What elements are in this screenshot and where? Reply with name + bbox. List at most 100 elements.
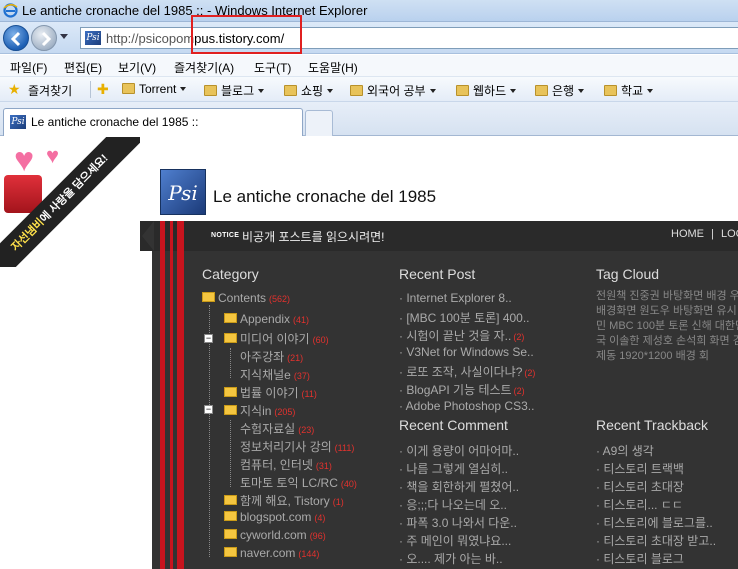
nav-separator: | [711, 228, 714, 240]
category-item[interactable]: 지식in (205) [224, 402, 295, 419]
recent-post-item[interactable]: · Internet Explorer 8.. [399, 291, 514, 305]
menu-edit[interactable]: 편집(E) [64, 59, 102, 76]
charity-ribbon[interactable]: ♥ ♥ 자선냄비에 사랑을 담으세요! [0, 137, 140, 267]
recent-comment-item[interactable]: · 파폭 3.0 나와서 다운.. [399, 514, 517, 531]
top-nav: HOME | LOCA [671, 228, 738, 240]
blog-title[interactable]: Le antiche cronache del 1985 [213, 187, 436, 207]
arrow-right-icon [41, 31, 52, 47]
trackback-item[interactable]: · 티스토리에 블로그를.. [596, 514, 713, 531]
comment-text: 이게 용량이 어마어마.. [406, 444, 520, 458]
chevron-down-icon [327, 89, 334, 93]
folder-icon [535, 85, 548, 96]
folder-icon [122, 83, 135, 94]
red-stripe [160, 221, 165, 569]
recent-comment-item[interactable]: · 나름 그렇게 열심히.. [399, 460, 508, 477]
menu-view[interactable]: 보기(V) [118, 59, 156, 76]
fav-folder-shopping[interactable]: 쇼핑 [284, 82, 334, 99]
heart-icon: ♥ [46, 143, 60, 168]
tag-cloud[interactable]: 전원책 진중권 바탕화면 배경 우 배경화면 원도우 바탕화면 유시민 MBC … [596, 289, 738, 364]
forward-button[interactable] [31, 25, 57, 51]
category-count: (205) [274, 407, 296, 417]
favorites-button[interactable]: 즐겨찾기 [28, 82, 72, 99]
category-item[interactable]: 아주강좌 (21) [240, 348, 303, 365]
trackback-text: 티스토리 초대장 [603, 480, 684, 494]
menu-favorites[interactable]: 즐겨찾기(A) [174, 59, 234, 76]
recent-post-item[interactable]: · BlogAPI 기능 테스트 (2) [399, 381, 525, 398]
trackback-text: 티스토리에 블로그를.. [603, 516, 713, 530]
category-item[interactable]: 함께 해요, Tistory (1) [224, 492, 344, 509]
recent-comment-item[interactable]: · 오.... 제가 아는 바.. [399, 550, 503, 567]
trackback-item[interactable]: · 티스토리... ㄷㄷ [596, 496, 683, 513]
history-dropdown-icon[interactable] [60, 34, 68, 39]
nav-location[interactable]: LOCA [721, 228, 738, 240]
category-item[interactable]: 법률 이야기 (11) [224, 384, 317, 401]
recent-post-item[interactable]: · [MBC 100분 토론] 400.. [399, 309, 532, 326]
notice-chevron [142, 221, 154, 251]
trackback-item[interactable]: · 티스토리 초대장 받고.. [596, 532, 716, 549]
recent-post-item[interactable]: · V3Net for Windows Se.. [399, 345, 536, 359]
collapse-icon[interactable]: − [204, 405, 213, 414]
notice-link[interactable]: 비공개 포스트를 읽으시려면! [242, 228, 384, 245]
category-label: Contents [218, 291, 267, 305]
fav-folder-label: 블로그 [221, 84, 255, 98]
recent-comment-item[interactable]: · 응;;;다 나오는데 오.. [399, 496, 507, 513]
fav-folder-school[interactable]: 학교 [604, 82, 654, 99]
separator [90, 81, 91, 98]
fav-folder-language[interactable]: 외국어 공부 [350, 82, 436, 99]
category-item[interactable]: 정보처리기사 강의 (111) [240, 438, 354, 455]
category-count: (23) [298, 425, 315, 435]
category-item[interactable]: 컴퓨터, 인터넷 (31) [240, 456, 332, 473]
tag-cloud-heading: Tag Cloud [596, 266, 660, 282]
menu-bar: 파일(F) 편집(E) 보기(V) 즐겨찾기(A) 도구(T) 도움말(H) [0, 55, 738, 77]
recent-post-item[interactable]: · Adobe Photoshop CS3.. [399, 399, 536, 413]
ie-logo-icon [3, 3, 18, 18]
category-item[interactable]: 수험자료실 (23) [240, 420, 314, 437]
fav-folder-torrent[interactable]: Torrent [122, 82, 187, 96]
category-item[interactable]: naver.com (144) [224, 546, 319, 560]
new-tab-button[interactable] [305, 110, 333, 136]
category-item[interactable]: cyworld.com (96) [224, 528, 326, 542]
trackback-item[interactable]: · 티스토리 블로그 [596, 550, 684, 567]
recent-post-item[interactable]: · 로또 조작, 사실이다냐? (2) [399, 363, 535, 380]
category-item[interactable]: Contents (562) [202, 291, 290, 305]
recent-comment-item[interactable]: · 책을 회한하게 펼쳤어.. [399, 478, 519, 495]
menu-help[interactable]: 도움말(H) [308, 59, 358, 76]
title-bar: Le antiche cronache del 1985 :: - Window… [0, 0, 738, 22]
back-button[interactable] [3, 25, 29, 51]
category-label: 법률 이야기 [240, 386, 299, 400]
category-count: (41) [293, 315, 310, 325]
category-item[interactable]: 토마토 토익 LC/RC (40) [240, 474, 357, 491]
trackback-item[interactable]: · 티스토리 트랙백 [596, 460, 684, 477]
fav-folder-blog[interactable]: 블로그 [204, 82, 265, 99]
category-item[interactable]: 미디어 이야기 (60) [224, 330, 329, 347]
category-item[interactable]: Appendix (41) [224, 312, 309, 326]
url-prefix: http://psicopom [106, 31, 195, 46]
recent-post-item[interactable]: · 시험이 끝난 것을 자.. (2) [399, 327, 524, 344]
trackback-item[interactable]: · 티스토리 초대장 [596, 478, 684, 495]
add-favorite-icon[interactable]: ✚ [97, 82, 109, 96]
recent-comment-item[interactable]: · 이게 용량이 어마어마.. [399, 442, 519, 459]
category-label: 아주강좌 [240, 350, 285, 364]
red-stripe [177, 221, 184, 569]
fav-folder-webhard[interactable]: 웹하드 [456, 82, 517, 99]
fav-folder-label: 웹하드 [473, 84, 507, 98]
nav-home[interactable]: HOME [671, 228, 704, 240]
recent-comment-item[interactable]: · 주 메인이 뭐였냐요... [399, 532, 511, 549]
category-count: (11) [301, 389, 317, 399]
category-item[interactable]: blogspot.com (4) [224, 510, 325, 524]
blog-logo[interactable]: Psi [160, 169, 206, 215]
notice-tag: NOTICE [211, 232, 240, 239]
address-bar[interactable]: Psi http://psicopompus.tistory.com/ [80, 27, 738, 49]
category-count: (37) [293, 371, 310, 381]
category-label: 토마토 토익 LC/RC [240, 476, 338, 490]
folder-icon [456, 85, 469, 96]
category-item[interactable]: 지식채널e (37) [240, 366, 310, 383]
trackback-item[interactable]: · A9의 생각 [596, 442, 654, 459]
folder-icon [224, 547, 237, 557]
fav-folder-bank[interactable]: 은행 [535, 82, 585, 99]
menu-tools[interactable]: 도구(T) [254, 59, 291, 76]
tab-active[interactable]: Psi Le antiche cronache del 1985 :: [3, 108, 303, 136]
comment-text: 응;;;다 나오는데 오.. [406, 498, 507, 512]
collapse-icon[interactable]: − [204, 334, 213, 343]
menu-file[interactable]: 파일(F) [10, 59, 47, 76]
